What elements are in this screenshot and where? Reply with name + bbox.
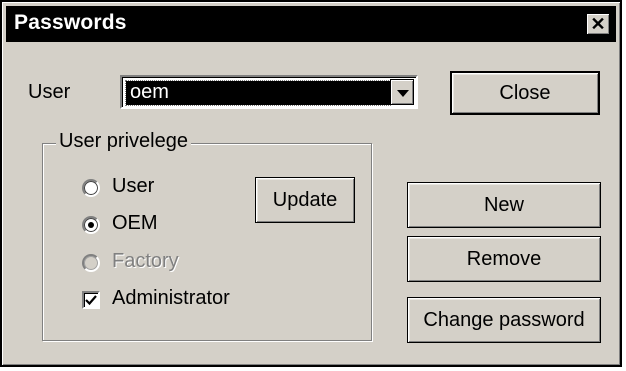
radio-selected-dot — [88, 222, 94, 228]
radio-oem-label[interactable]: OEM — [112, 212, 158, 235]
remove-button[interactable]: Remove — [407, 236, 601, 282]
user-select-value[interactable]: oem — [125, 80, 391, 106]
window-title: Passwords — [14, 11, 127, 34]
change-password-button[interactable]: Change password — [407, 297, 601, 343]
new-button[interactable]: New — [407, 182, 601, 228]
radio-factory-label: Factory — [112, 250, 179, 272]
radio-user[interactable] — [82, 179, 100, 197]
close-icon[interactable]: ✕ — [586, 13, 610, 35]
close-button[interactable]: Close — [450, 71, 600, 115]
user-privilege-group-title: User privelege — [56, 130, 191, 153]
chevron-down-icon — [397, 90, 409, 97]
administrator-checkbox[interactable] — [82, 291, 100, 309]
dropdown-button[interactable] — [390, 79, 414, 105]
checkmark-icon — [85, 295, 97, 306]
passwords-dialog: Passwords ✕ User oem Close User priveleg… — [0, 0, 622, 367]
radio-oem[interactable] — [82, 216, 100, 234]
user-select[interactable]: oem — [120, 75, 418, 109]
user-privilege-group — [42, 143, 372, 341]
user-label: User — [28, 81, 71, 103]
title-bar[interactable]: Passwords ✕ — [6, 6, 616, 42]
radio-user-label[interactable]: User — [112, 175, 154, 198]
update-button[interactable]: Update — [255, 177, 355, 223]
administrator-label[interactable]: Administrator — [112, 287, 230, 310]
radio-factory — [82, 254, 100, 272]
